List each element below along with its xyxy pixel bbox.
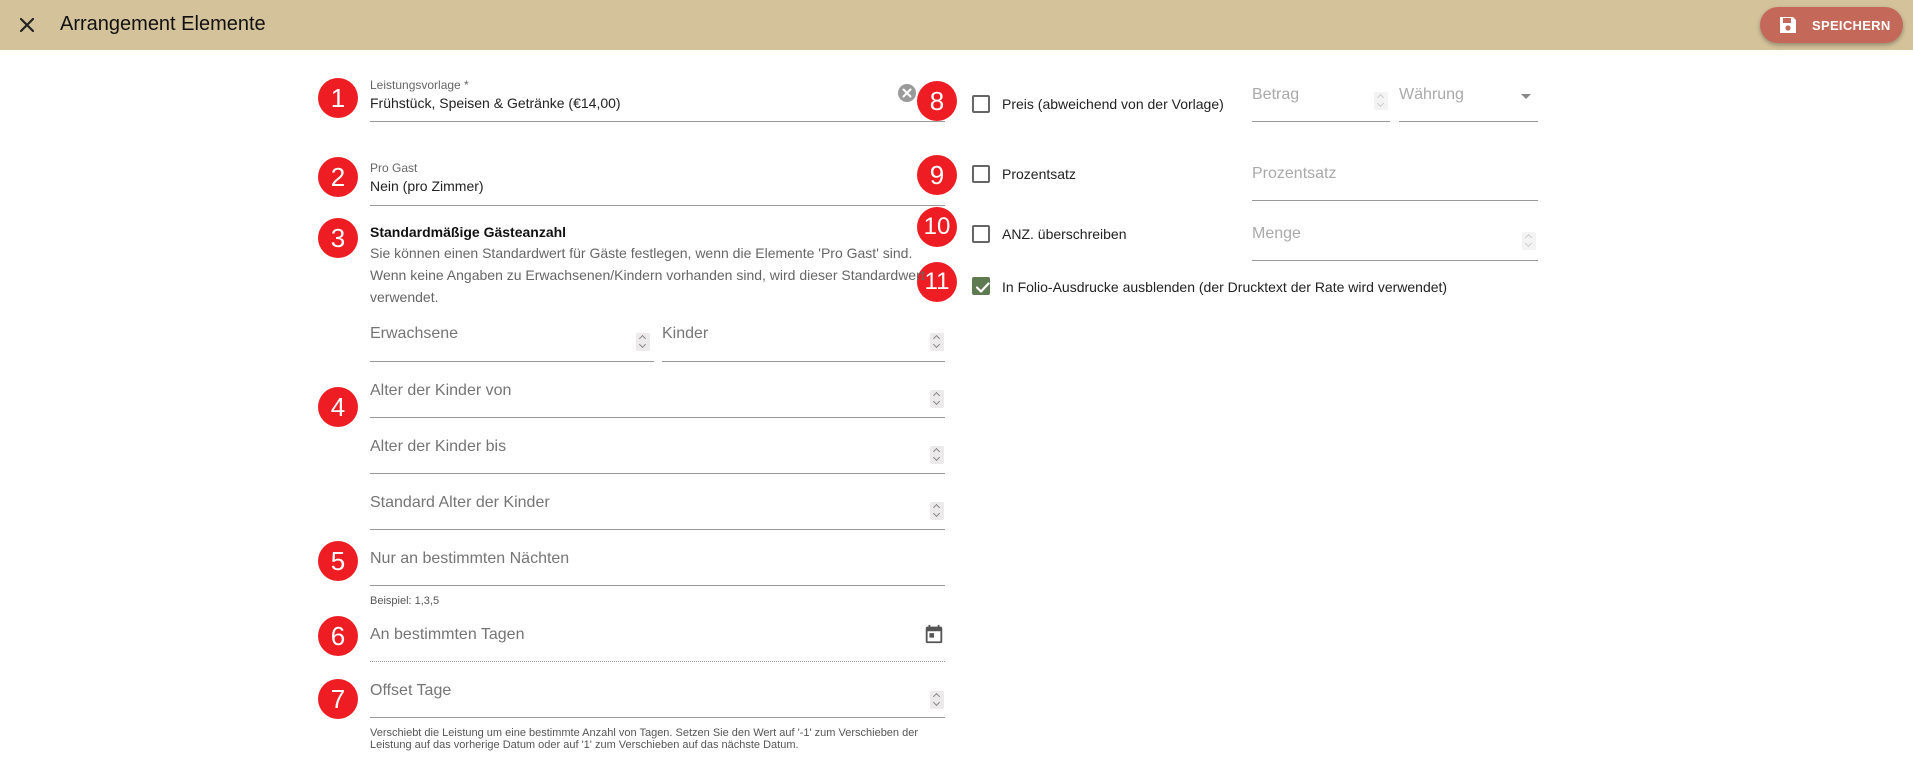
nights-hint: Beispiel: 1,3,5 — [370, 595, 440, 607]
days-input[interactable]: An bestimmten Tagen — [370, 618, 945, 662]
step-badge-10: 10 — [917, 207, 957, 247]
nights-input[interactable]: Nur an bestimmten Nächten — [370, 542, 945, 586]
quantity-input[interactable]: Menge — [1252, 218, 1538, 261]
step-badge-5: 5 — [318, 541, 358, 581]
child-age-to-spinner-icon[interactable] — [930, 446, 944, 464]
child-age-to-placeholder: Alter der Kinder bis — [370, 438, 507, 455]
leistungsvorlage-label: Leistungsvorlage * — [370, 78, 469, 92]
child-age-default-input[interactable]: Standard Alter der Kinder — [370, 486, 945, 530]
hide-folio-checkbox-label: In Folio-Ausdrucke ausblenden (der Druck… — [1002, 279, 1448, 295]
step-badge-6: 6 — [318, 616, 358, 656]
step-badge-1: 1 — [318, 78, 358, 118]
checkmark-icon — [975, 282, 990, 293]
calendar-icon[interactable] — [923, 623, 945, 645]
adults-placeholder: Erwachsene — [370, 325, 459, 342]
child-age-to-input[interactable]: Alter der Kinder bis — [370, 430, 945, 474]
quantity-checkbox-label: ANZ. überschreiben — [1002, 226, 1127, 242]
leistungsvorlage-value: Frühstück, Speisen & Getränke (€14,00) — [370, 95, 621, 111]
adults-input[interactable]: Erwachsene — [370, 318, 654, 362]
amount-placeholder: Betrag — [1252, 86, 1300, 103]
children-spinner-icon[interactable] — [930, 333, 944, 351]
percent-input[interactable]: Prozentsatz — [1252, 158, 1538, 201]
children-input[interactable]: Kinder — [662, 318, 945, 362]
quantity-checkbox[interactable] — [972, 225, 990, 243]
offset-days-spinner-icon[interactable] — [930, 691, 944, 709]
days-placeholder: An bestimmten Tagen — [370, 626, 525, 643]
step-badge-3: 3 — [318, 218, 358, 258]
step-badge-2: 2 — [318, 157, 358, 197]
top-app-bar: Arrangement Elemente SPEICHERN — [0, 0, 1913, 50]
offset-days-placeholder: Offset Tage — [370, 682, 452, 699]
price-checkbox[interactable] — [972, 95, 990, 113]
save-button-label: SPEICHERN — [1812, 18, 1891, 33]
pro-gast-select[interactable]: Pro Gast Nein (pro Zimmer) — [370, 158, 945, 206]
child-age-from-spinner-icon[interactable] — [930, 390, 944, 408]
price-checkbox-label: Preis (abweichend von der Vorlage) — [1002, 96, 1224, 112]
clear-icon[interactable] — [898, 84, 916, 102]
close-icon — [19, 17, 35, 33]
offset-days-input[interactable]: Offset Tage — [370, 674, 945, 718]
save-icon — [1780, 17, 1796, 33]
hide-folio-checkbox[interactable] — [972, 277, 990, 295]
pro-gast-label: Pro Gast — [370, 161, 418, 175]
child-age-from-input[interactable]: Alter der Kinder von — [370, 374, 945, 418]
percent-checkbox[interactable] — [972, 165, 990, 183]
children-placeholder: Kinder — [662, 325, 709, 342]
pro-gast-value: Nein (pro Zimmer) — [370, 178, 484, 194]
child-age-from-placeholder: Alter der Kinder von — [370, 382, 512, 399]
child-age-default-placeholder: Standard Alter der Kinder — [370, 494, 550, 511]
leistungsvorlage-field[interactable]: Leistungsvorlage * Frühstück, Speisen & … — [370, 74, 945, 122]
standard-guests-description: Sie können einen Standardwert für Gäste … — [370, 245, 925, 305]
save-button[interactable]: SPEICHERN — [1760, 7, 1903, 43]
page-title: Arrangement Elemente — [60, 13, 266, 35]
child-age-default-spinner-icon[interactable] — [930, 502, 944, 520]
currency-select[interactable]: Währung — [1399, 80, 1538, 122]
adults-spinner-icon[interactable] — [636, 333, 650, 351]
percent-checkbox-label: Prozentsatz — [1002, 166, 1076, 182]
standard-guests-title: Standardmäßige Gästeanzahl — [370, 224, 567, 240]
offset-days-hint: Verschiebt die Leistung um eine bestimmt… — [370, 727, 919, 751]
currency-placeholder: Währung — [1399, 86, 1464, 103]
step-badge-4: 4 — [318, 387, 358, 427]
close-button[interactable] — [14, 12, 40, 38]
dropdown-arrow-icon[interactable] — [1521, 94, 1531, 99]
amount-input[interactable]: Betrag — [1252, 80, 1390, 122]
step-badge-7: 7 — [318, 679, 358, 719]
nights-placeholder: Nur an bestimmten Nächten — [370, 550, 570, 567]
amount-spinner-icon[interactable] — [1374, 92, 1388, 110]
quantity-placeholder: Menge — [1252, 225, 1301, 242]
quantity-spinner-icon[interactable] — [1522, 232, 1536, 250]
percent-placeholder: Prozentsatz — [1252, 165, 1337, 182]
